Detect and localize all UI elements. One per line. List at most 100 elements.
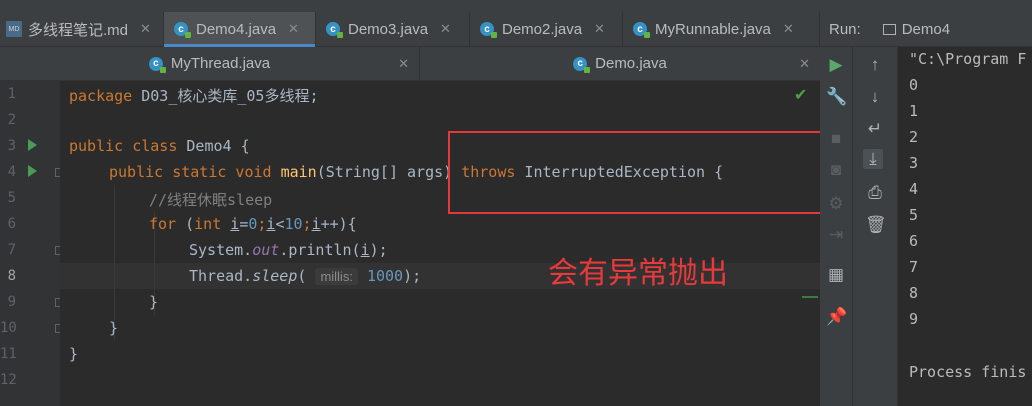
- code-line-1: package D03_核心类库_05多线程;: [69, 85, 319, 106]
- console-line: 3: [909, 154, 919, 172]
- code-line-7: System.out.println(i);: [189, 241, 388, 259]
- console-line: 2: [909, 128, 919, 146]
- close-icon[interactable]: ✕: [140, 21, 151, 37]
- run-panel-header: Run: Demo4: [820, 12, 1032, 47]
- tab-myrunnable[interactable]: c MyRunnable.java ✕: [623, 12, 820, 46]
- package-name: D03_核心类库_05多线程;: [132, 87, 319, 105]
- exit-icon[interactable]: ⇥: [826, 225, 846, 245]
- line-number: 7: [7, 242, 16, 258]
- java-class-icon: c: [480, 22, 497, 38]
- java-class-icon: c: [148, 56, 166, 73]
- console-line: 9: [909, 310, 919, 328]
- tab-demo2[interactable]: c Demo2.java ✕: [470, 12, 623, 46]
- editor-tab-bar: MD 多线程笔记.md ✕ c Demo4.java ✕ c Demo3.jav…: [0, 12, 820, 47]
- code-token: ;: [302, 215, 312, 233]
- tab-demo4[interactable]: c Demo4.java ✕: [164, 12, 316, 47]
- tab-markdown-notes[interactable]: MD 多线程笔记.md ✕: [0, 12, 164, 46]
- java-class-icon: c: [633, 22, 650, 38]
- print-icon[interactable]: ⎙: [865, 183, 885, 203]
- variable: i: [360, 241, 370, 259]
- close-icon[interactable]: ✕: [594, 21, 605, 37]
- code-line-11: }: [69, 345, 79, 363]
- arrow-down-icon[interactable]: ↓: [865, 87, 885, 107]
- line-number: 10: [0, 320, 17, 336]
- run-icon[interactable]: ▶: [826, 55, 846, 75]
- line-number: 3: [7, 138, 16, 154]
- console-icon: [882, 23, 896, 35]
- line-number: 12: [0, 372, 17, 388]
- java-class-icon: c: [326, 22, 343, 38]
- editor-gutter: 1 2 3 4 5 6 7 8 9 10 11 12: [0, 81, 64, 406]
- java-class-icon: c: [174, 22, 191, 38]
- close-icon[interactable]: ✕: [440, 21, 451, 37]
- stop-icon[interactable]: ■: [826, 129, 846, 149]
- scroll-to-end-icon[interactable]: ⤓: [863, 149, 883, 169]
- window-top-strip: [0, 0, 1032, 12]
- number: 1000: [366, 267, 404, 285]
- code-token: );: [403, 267, 422, 285]
- run-toolbar: ▶ 🔧 ■ ◙ ⚙ ⇥ ▦ 📌: [820, 47, 853, 406]
- soft-wrap-icon[interactable]: ↵: [865, 119, 885, 139]
- annotation-text: 会有异常抛出: [548, 256, 728, 291]
- code-token: .println(: [279, 241, 361, 259]
- tab-label: Demo3.java: [348, 20, 429, 38]
- trash-icon[interactable]: 🗑: [865, 215, 887, 235]
- pin-icon[interactable]: 📌: [826, 307, 847, 327]
- line-number: 5: [7, 190, 16, 206]
- console-toolbar: ↑ ↓ ↵ ⤓ ⎙ 🗑: [853, 47, 898, 406]
- line-number: 8: [7, 268, 16, 284]
- java-class-icon: c: [573, 56, 591, 73]
- static-field: out: [252, 241, 280, 259]
- close-icon[interactable]: ✕: [783, 21, 794, 37]
- tab-label: MyRunnable.java: [655, 20, 771, 38]
- tab-demo3[interactable]: c Demo3.java ✕: [316, 12, 470, 46]
- keyword: int: [194, 215, 231, 233]
- tab-demo[interactable]: c Demo.java ✕: [420, 47, 820, 80]
- wrench-icon[interactable]: 🔧: [826, 87, 847, 107]
- tab-label: Demo2.java: [502, 20, 583, 38]
- highlight-box: [448, 131, 830, 214]
- editor-tab-bar-second-row: c MyThread.java ✕ c Demo.java ✕: [0, 47, 820, 81]
- arrow-up-icon[interactable]: ↑: [865, 55, 885, 75]
- code-token: System.: [189, 241, 253, 259]
- code-token: (: [297, 267, 307, 285]
- code-line-9: }: [149, 293, 159, 311]
- code-line-3: public class Demo4 {: [69, 137, 250, 155]
- indent-guide: [114, 185, 115, 341]
- code-line-8: Thread.sleep( millis: 1000);: [189, 267, 421, 285]
- variable: i: [230, 215, 240, 233]
- console-line: 4: [909, 180, 919, 198]
- run-gutter-icon[interactable]: [28, 165, 37, 177]
- close-icon[interactable]: ✕: [799, 56, 810, 72]
- close-icon[interactable]: ✕: [398, 56, 409, 72]
- parameter-hint: millis:: [315, 268, 358, 285]
- number: 10: [284, 215, 303, 233]
- line-number: 9: [7, 294, 16, 310]
- code-editor[interactable]: package D03_核心类库_05多线程; public class Dem…: [60, 81, 820, 406]
- class-name: Demo4 {: [177, 137, 250, 155]
- console-line: 8: [909, 284, 919, 302]
- keyword: public class: [69, 137, 178, 155]
- variable: i: [311, 215, 321, 233]
- static-method: sleep: [252, 267, 298, 285]
- line-number: 1: [7, 86, 16, 102]
- code-token: Thread.: [189, 267, 253, 285]
- line-number: 4: [7, 164, 16, 180]
- run-label: Run:: [829, 20, 861, 38]
- line-number: 6: [7, 216, 16, 232]
- code-line-6: for (int i=0;i<10;i++){: [149, 215, 357, 233]
- layout-icon[interactable]: ▦: [826, 265, 846, 285]
- camera-icon[interactable]: ◙: [826, 160, 846, 180]
- run-config-tab[interactable]: Demo4: [902, 21, 950, 38]
- console-line: Process finis: [909, 363, 1027, 381]
- close-icon[interactable]: ✕: [288, 21, 299, 37]
- run-gutter-icon[interactable]: [28, 139, 37, 151]
- settings-icon[interactable]: ⚙: [826, 194, 846, 214]
- tab-mythread[interactable]: c MyThread.java ✕: [0, 47, 420, 80]
- console-output[interactable]: "C:\Program F 0 1 2 3 4 5 6 7 8 9 Proces…: [898, 47, 1032, 406]
- console-line: 1: [909, 102, 919, 120]
- code-token: =: [239, 215, 249, 233]
- line-number: 11: [0, 346, 17, 362]
- code-token: (: [176, 215, 195, 233]
- console-line: 0: [909, 76, 919, 94]
